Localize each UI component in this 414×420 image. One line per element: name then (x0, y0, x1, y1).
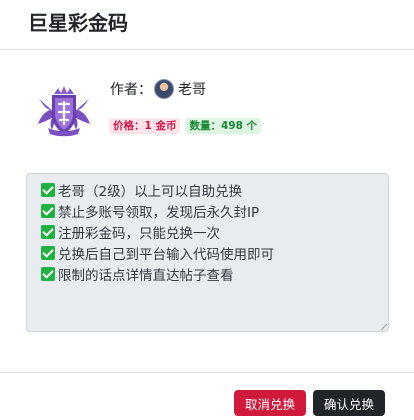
rule-item: 老哥（2级）以上可以自助兑换 (41, 179, 388, 200)
modal-title: 巨星彩金码 (28, 11, 128, 35)
author-row: 作者： 老哥 (110, 78, 206, 100)
check-icon (41, 224, 55, 239)
confirm-exchange-button[interactable]: 确认兑换 (313, 390, 385, 416)
check-icon (41, 266, 55, 281)
crown-shield-logo (38, 86, 90, 137)
badge-row: 价格：1 金币 数量：498 个 (109, 118, 262, 134)
check-icon (41, 245, 55, 260)
modal-header: 巨星彩金码 (0, 0, 414, 50)
rule-item: 注册彩金码，只能兑换一次 (41, 221, 388, 242)
avatar[interactable] (154, 79, 174, 99)
rule-text: 兑换后自己到平台输入代码使用即可 (58, 246, 274, 263)
rule-text: 限制的话点详情直达帖子查看 (58, 267, 234, 284)
check-icon (41, 203, 55, 218)
rule-text: 老哥（2级）以上可以自助兑换 (58, 183, 243, 200)
resize-handle[interactable] (381, 324, 387, 330)
modal-footer: 取消兑换 确认兑换 (0, 372, 414, 420)
author-name[interactable]: 老哥 (178, 79, 206, 99)
price-badge: 价格：1 金币 (109, 118, 181, 134)
rule-item: 兑换后自己到平台输入代码使用即可 (41, 242, 388, 263)
check-icon (41, 182, 55, 197)
author-label: 作者： (110, 82, 152, 98)
rule-text: 禁止多账号领取，发现后永久封IP (58, 204, 260, 221)
rule-text: 注册彩金码，只能兑换一次 (58, 225, 220, 242)
quantity-badge: 数量：498 个 (185, 118, 262, 134)
cancel-exchange-button[interactable]: 取消兑换 (234, 390, 306, 416)
rule-item: 禁止多账号领取，发现后永久封IP (41, 200, 388, 221)
rule-item: 限制的话点详情直达帖子查看 (41, 263, 388, 284)
rules-textarea[interactable]: 老哥（2级）以上可以自助兑换 禁止多账号领取，发现后永久封IP 注册彩金码，只能… (26, 173, 389, 332)
